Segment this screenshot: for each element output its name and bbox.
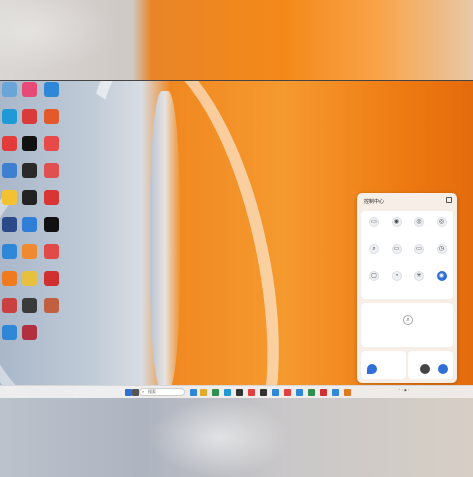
taskbar-app-6[interactable] bbox=[248, 389, 255, 396]
app-icon-12[interactable] bbox=[44, 190, 59, 205]
tile-3-icon: ◎ bbox=[414, 217, 424, 227]
tile-7-icon: ▭ bbox=[414, 244, 424, 254]
app-icon-10[interactable] bbox=[2, 190, 17, 205]
taskbar-app-2[interactable] bbox=[200, 389, 207, 396]
edge-icon[interactable] bbox=[2, 109, 17, 124]
app-icon-7[interactable] bbox=[2, 163, 17, 178]
app-icon-23[interactable] bbox=[44, 298, 59, 313]
tile-9-icon: ▢ bbox=[369, 271, 379, 281]
app-icon-14[interactable] bbox=[22, 217, 37, 232]
app-icon-18[interactable] bbox=[2, 271, 17, 286]
app-icon-13[interactable] bbox=[2, 217, 17, 232]
search-icon: ⌕ bbox=[142, 389, 145, 394]
taskbar-app-12[interactable] bbox=[320, 389, 327, 396]
task-view-button[interactable] bbox=[132, 389, 139, 396]
desktop-screen: 控制中心 ▭ ◉ ◎ ◎ ⌕ ▭ ▭ ◷ ▢ ◔ ✳ ◉ ⌕ ⌕ 搜索 ⌃ ◔ ◉ ◔ bbox=[0, 81, 473, 398]
control-center-card-right[interactable] bbox=[408, 351, 453, 379]
app-icon-5[interactable] bbox=[2, 136, 17, 151]
system-tray[interactable]: ⌃ ◔ ◉ ◔ bbox=[398, 388, 409, 392]
app-icon-25[interactable] bbox=[22, 325, 37, 340]
app-icon-4[interactable] bbox=[44, 109, 59, 124]
edit-icon[interactable] bbox=[446, 197, 452, 203]
app-icon-2[interactable] bbox=[44, 82, 59, 97]
search-icon[interactable]: ⌕ bbox=[403, 315, 413, 325]
taskbar-app-3[interactable] bbox=[212, 389, 219, 396]
taskbar-app-13[interactable] bbox=[332, 389, 339, 396]
taskbar-app-9[interactable] bbox=[284, 389, 291, 396]
app-icon-24[interactable] bbox=[2, 325, 17, 340]
tile-10-icon: ◔ bbox=[391, 271, 402, 281]
control-center-card-left[interactable] bbox=[361, 351, 406, 379]
tile-11-icon: ✳ bbox=[414, 271, 424, 281]
quick-setting-tile-4[interactable]: ◎ bbox=[431, 217, 453, 237]
control-center-section: ⌕ bbox=[361, 303, 453, 347]
app-icon-16[interactable] bbox=[22, 244, 37, 259]
app-icon-8[interactable] bbox=[22, 163, 37, 178]
quick-settings-grid: ▭ ◉ ◎ ◎ ⌕ ▭ ▭ ◷ ▢ ◔ ✳ ◉ bbox=[361, 211, 453, 299]
quick-setting-tile-10[interactable]: ◔ bbox=[386, 271, 408, 291]
power-icon[interactable] bbox=[438, 364, 448, 374]
app-icon-3[interactable] bbox=[22, 109, 37, 124]
quick-setting-tile-9[interactable]: ▢ bbox=[363, 271, 385, 291]
taskbar-app-7[interactable] bbox=[260, 389, 267, 396]
tiktok-icon[interactable] bbox=[44, 217, 59, 232]
app-icon-1[interactable] bbox=[22, 82, 37, 97]
capcut-icon[interactable] bbox=[22, 136, 37, 151]
taskbar: ⌕ 搜索 ⌃ ◔ ◉ ◔ bbox=[0, 385, 473, 398]
quick-setting-tile-12[interactable]: ◉ bbox=[431, 271, 453, 291]
tile-5-icon: ⌕ bbox=[369, 244, 379, 254]
quick-setting-tile-5[interactable]: ⌕ bbox=[363, 244, 385, 264]
taskbar-app-4[interactable] bbox=[224, 389, 231, 396]
taskbar-app-14[interactable] bbox=[344, 389, 351, 396]
taskbar-app-8[interactable] bbox=[272, 389, 279, 396]
tile-12-icon: ◉ bbox=[436, 271, 447, 281]
search-placeholder: 搜索 bbox=[148, 389, 156, 394]
tile-6-icon: ▭ bbox=[391, 244, 402, 254]
quick-setting-tile-3[interactable]: ◎ bbox=[408, 217, 430, 237]
quick-setting-tile-11[interactable]: ✳ bbox=[408, 271, 430, 291]
app-icon-11[interactable] bbox=[22, 190, 37, 205]
search-box[interactable]: ⌕ 搜索 bbox=[139, 388, 185, 396]
control-center-panel: 控制中心 ▭ ◉ ◎ ◎ ⌕ ▭ ▭ ◷ ▢ ◔ ✳ ◉ ⌕ bbox=[357, 193, 457, 383]
taskbar-app-5[interactable] bbox=[236, 389, 243, 396]
app-icon-21[interactable] bbox=[2, 298, 17, 313]
quick-setting-tile-6[interactable]: ▭ bbox=[386, 244, 408, 264]
quick-setting-tile-2[interactable]: ◉ bbox=[386, 217, 408, 237]
desktop-icons bbox=[0, 81, 66, 367]
app-icon-20[interactable] bbox=[44, 271, 59, 286]
taskbar-app-10[interactable] bbox=[296, 389, 303, 396]
taskbar-app-11[interactable] bbox=[308, 389, 315, 396]
start-button[interactable] bbox=[125, 389, 132, 396]
taskbar-app-1[interactable] bbox=[190, 389, 197, 396]
quick-setting-tile-1[interactable]: ▭ bbox=[363, 217, 385, 237]
app-icon-22[interactable] bbox=[22, 298, 37, 313]
tile-1-icon: ▭ bbox=[369, 217, 379, 227]
recycle-bin-icon[interactable] bbox=[2, 82, 17, 97]
quick-setting-tile-8[interactable]: ◷ bbox=[431, 244, 453, 264]
tile-2-icon: ◉ bbox=[391, 217, 402, 227]
app-icon-19[interactable] bbox=[22, 271, 37, 286]
tile-8-icon: ◷ bbox=[436, 244, 447, 254]
card-left-icon bbox=[367, 364, 377, 374]
app-icon-9[interactable] bbox=[44, 163, 59, 178]
blurred-background-bottom bbox=[0, 398, 473, 477]
app-icon-15[interactable] bbox=[2, 244, 17, 259]
tile-4-icon: ◎ bbox=[436, 217, 447, 227]
camera-icon bbox=[420, 364, 430, 374]
quick-setting-tile-7[interactable]: ▭ bbox=[408, 244, 430, 264]
app-icon-17[interactable] bbox=[44, 244, 59, 259]
app-icon-6[interactable] bbox=[44, 136, 59, 151]
control-center-title: 控制中心 bbox=[364, 199, 385, 205]
